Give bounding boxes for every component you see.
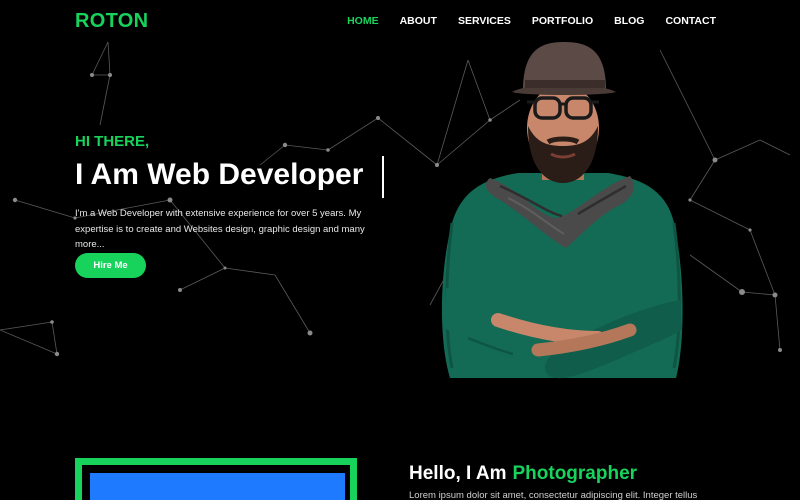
nav-services[interactable]: SERVICES xyxy=(458,15,511,27)
about-heading-role: Photographer xyxy=(512,463,638,484)
nav-about[interactable]: ABOUT xyxy=(400,15,437,27)
nav-home[interactable]: HOME xyxy=(347,15,379,27)
site-header: ROTON HOME ABOUT SERVICES PORTFOLIO BLOG… xyxy=(0,0,800,42)
nav-blog[interactable]: BLOG xyxy=(614,15,644,27)
about-heading: Hello, I Am Photographer xyxy=(409,463,637,485)
nav-portfolio[interactable]: PORTFOLIO xyxy=(532,15,593,27)
hero-title: I Am Web Developer xyxy=(75,158,364,191)
about-image xyxy=(90,473,345,500)
developer-portrait xyxy=(441,42,683,379)
about-heading-prefix: Hello, I Am xyxy=(409,463,507,484)
about-image-frame xyxy=(75,458,357,500)
nav-contact[interactable]: CONTACT xyxy=(665,15,716,27)
about-text: Lorem ipsum dolor sit amet, consectetur … xyxy=(409,490,698,500)
typing-cursor xyxy=(382,156,384,198)
hero-greeting: HI THERE, xyxy=(75,133,150,150)
hero-description: I'm a Web Developer with extensive exper… xyxy=(75,208,365,250)
site-logo[interactable]: ROTON xyxy=(75,10,148,33)
main-nav: HOME ABOUT SERVICES PORTFOLIO BLOG CONTA… xyxy=(347,15,716,27)
hire-me-button[interactable]: Hire Me xyxy=(75,253,146,278)
